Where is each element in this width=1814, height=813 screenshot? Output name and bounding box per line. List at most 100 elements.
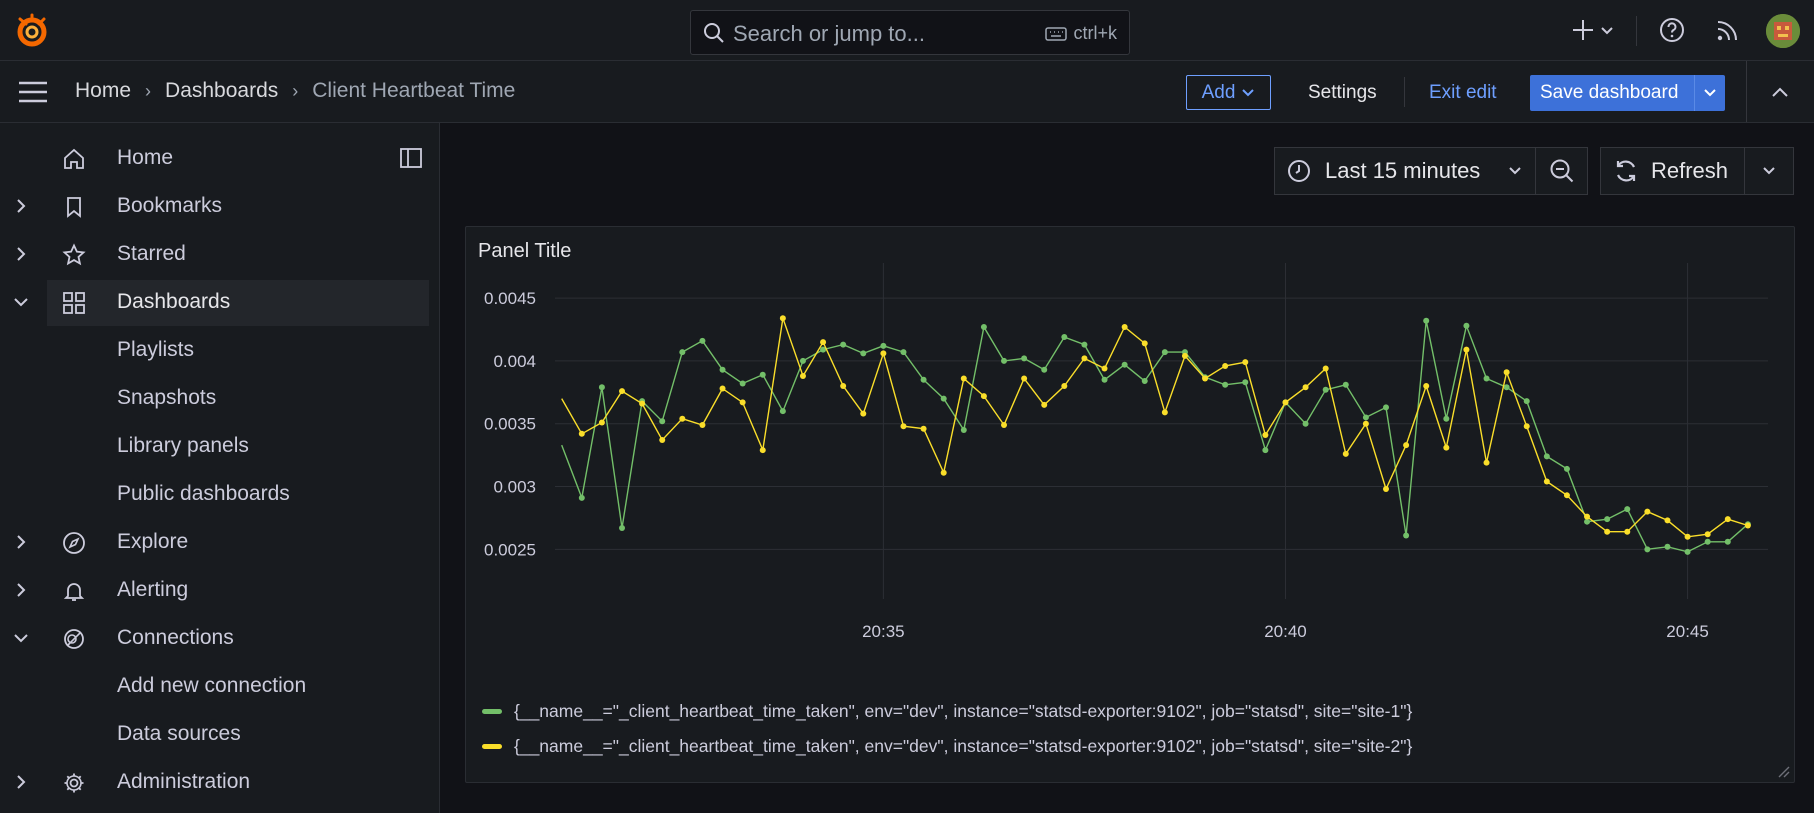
chevron-right-icon[interactable] bbox=[12, 533, 30, 551]
sidebar-item-starred[interactable]: Starred bbox=[0, 232, 430, 278]
data-point bbox=[1181, 352, 1188, 359]
data-point bbox=[799, 357, 806, 364]
sidebar-item-administration[interactable]: Administration bbox=[0, 760, 430, 806]
settings-button[interactable]: Settings bbox=[1308, 75, 1377, 110]
data-point bbox=[1342, 381, 1349, 388]
data-point bbox=[820, 339, 827, 346]
chevron-down-icon[interactable] bbox=[12, 629, 30, 647]
legend-item[interactable]: {__name__="_client_heartbeat_time_taken"… bbox=[482, 701, 1412, 722]
breadcrumb-dashboards[interactable]: Dashboards bbox=[165, 79, 278, 103]
chevron-right-icon[interactable] bbox=[12, 773, 30, 791]
sidebar-item-data-sources[interactable]: Data sources bbox=[0, 712, 430, 758]
refresh-label: Refresh bbox=[1651, 158, 1729, 183]
time-range-picker[interactable]: Last 15 minutes bbox=[1274, 147, 1536, 195]
data-point bbox=[1624, 528, 1631, 535]
chevron-down-icon[interactable] bbox=[12, 293, 30, 311]
cog-icon bbox=[64, 773, 84, 793]
data-point bbox=[1584, 513, 1591, 520]
legend-swatch bbox=[482, 709, 502, 714]
data-point bbox=[860, 350, 867, 357]
menu-icon[interactable] bbox=[18, 81, 48, 103]
search-input[interactable]: Search or jump to... ctrl+k bbox=[690, 10, 1130, 55]
chevron-right-icon[interactable] bbox=[12, 245, 30, 263]
save-dashboard-button[interactable]: Save dashboard bbox=[1530, 75, 1725, 111]
sidebar-item-public-dashboards[interactable]: Public dashboards bbox=[0, 472, 430, 518]
plus-icon[interactable] bbox=[1571, 16, 1615, 44]
data-point bbox=[1302, 420, 1309, 427]
legend-label: {__name__="_client_heartbeat_time_taken"… bbox=[514, 736, 1413, 756]
sidebar-item-explore[interactable]: Explore bbox=[0, 520, 430, 566]
save-dashboard-label: Save dashboard bbox=[1540, 82, 1679, 103]
zoom-out-icon bbox=[1550, 159, 1573, 183]
data-point bbox=[1362, 414, 1369, 421]
data-point bbox=[1704, 531, 1711, 538]
data-point bbox=[1463, 346, 1470, 353]
chevron-right-icon[interactable] bbox=[12, 581, 30, 599]
sidebar-item-label: Bookmarks bbox=[117, 194, 223, 217]
add-button-label: Add bbox=[1201, 81, 1236, 103]
data-point bbox=[1523, 398, 1530, 405]
data-point bbox=[1423, 317, 1430, 324]
sidebar-item-library-panels[interactable]: Library panels bbox=[0, 424, 430, 470]
data-point bbox=[739, 380, 746, 387]
user-avatar[interactable] bbox=[1766, 14, 1800, 48]
timeseries-panel[interactable]: Panel Title 0.0045 0.004 0.0035 0.003 0.0025… bbox=[465, 226, 1795, 783]
legend-swatch bbox=[482, 744, 502, 749]
breadcrumb-home[interactable]: Home bbox=[75, 79, 131, 103]
data-point bbox=[860, 410, 867, 417]
legend-label: {__name__="_client_heartbeat_time_taken"… bbox=[514, 701, 1413, 721]
data-point bbox=[900, 349, 907, 356]
chevron-right-icon[interactable] bbox=[12, 197, 30, 215]
data-point bbox=[1644, 546, 1651, 553]
sidebar-item-snapshots[interactable]: Snapshots bbox=[0, 376, 430, 422]
y-tick-label: 0.0025 bbox=[484, 540, 536, 559]
data-point bbox=[1061, 334, 1068, 341]
data-point bbox=[1101, 365, 1108, 372]
data-point bbox=[1141, 340, 1148, 347]
data-point bbox=[1503, 384, 1510, 391]
time-range-label: Last 15 minutes bbox=[1325, 158, 1481, 183]
sidebar-item-connections[interactable]: Connections bbox=[0, 616, 430, 662]
data-point bbox=[940, 395, 947, 402]
series-line-1 bbox=[561, 320, 1749, 553]
sidebar-item-dashboards[interactable]: Dashboards bbox=[47, 280, 429, 326]
sidebar-item-bookmarks[interactable]: Bookmarks bbox=[0, 184, 430, 230]
refresh-interval-dropdown[interactable] bbox=[1745, 147, 1794, 195]
legend-item[interactable]: {__name__="_client_heartbeat_time_taken"… bbox=[482, 736, 1412, 757]
sidebar-item-add-new-connection[interactable]: Add new connection bbox=[0, 664, 430, 710]
data-point bbox=[759, 447, 766, 454]
grafana-logo-icon[interactable] bbox=[14, 13, 50, 49]
exit-edit-button[interactable]: Exit edit bbox=[1429, 75, 1497, 110]
rss-icon[interactable] bbox=[1714, 16, 1742, 44]
sidebar-item-alerting[interactable]: Alerting bbox=[0, 568, 430, 614]
chevron-up-icon[interactable] bbox=[1771, 85, 1789, 99]
help-icon[interactable] bbox=[1658, 16, 1686, 44]
data-point bbox=[1563, 465, 1570, 472]
sidebar-item-playlists[interactable]: Playlists bbox=[0, 328, 430, 374]
data-point bbox=[1664, 517, 1671, 524]
resize-handle-icon[interactable] bbox=[1776, 764, 1790, 778]
data-point bbox=[1543, 478, 1550, 485]
y-tick-label: 0.003 bbox=[493, 478, 536, 497]
data-point bbox=[619, 388, 626, 395]
add-button[interactable]: Add bbox=[1186, 75, 1271, 110]
sidebar: Home Bookmarks Starred Dashboards Playli… bbox=[0, 123, 440, 813]
sidebar-item-label: Connections bbox=[117, 626, 234, 649]
data-point bbox=[759, 371, 766, 378]
y-tick-label: 0.0035 bbox=[484, 415, 536, 434]
sidebar-item-label: Public dashboards bbox=[117, 482, 290, 505]
data-point bbox=[940, 469, 947, 476]
data-point bbox=[1443, 415, 1450, 422]
data-point bbox=[1664, 543, 1671, 550]
zoom-out-button[interactable] bbox=[1536, 147, 1588, 195]
refresh-button[interactable]: Refresh bbox=[1600, 147, 1745, 195]
sidebar-item-label: Administration bbox=[117, 770, 251, 793]
data-point bbox=[1563, 492, 1570, 499]
data-point bbox=[1403, 532, 1410, 539]
sidebar-item-home[interactable]: Home bbox=[0, 136, 430, 182]
data-point bbox=[619, 524, 626, 531]
line-chart[interactable]: 0.0045 0.004 0.0035 0.003 0.0025 20:35 20:40 20… bbox=[466, 227, 1794, 782]
save-options-dropdown[interactable] bbox=[1694, 75, 1725, 111]
sidebar-item-label: Add new connection bbox=[117, 674, 307, 697]
sidebar-item-label: Alerting bbox=[117, 578, 189, 601]
